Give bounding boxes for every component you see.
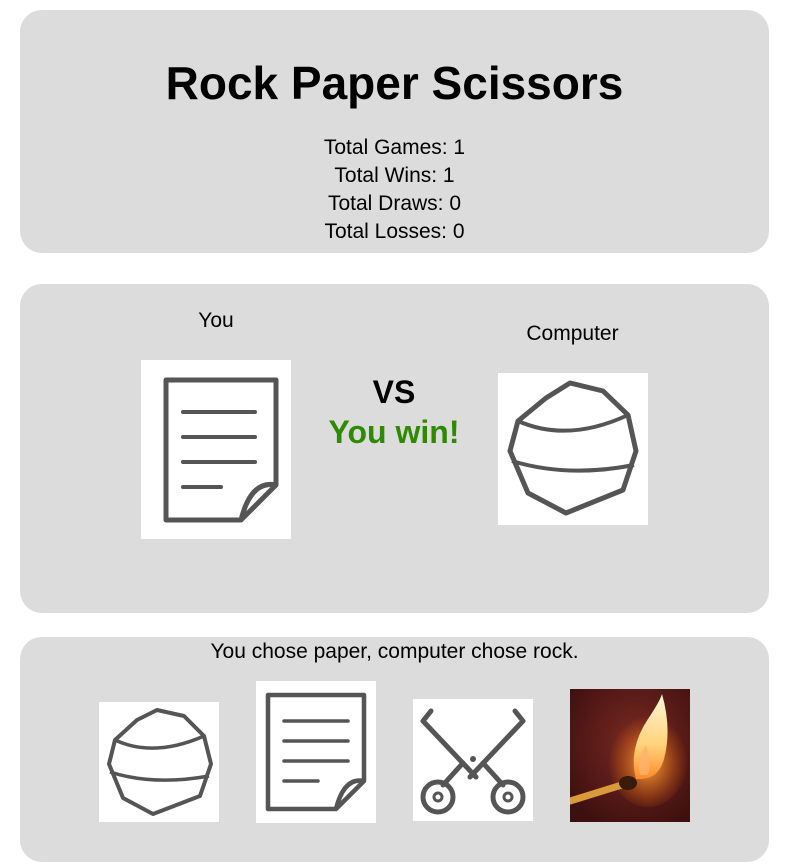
player-choice-paper-icon	[141, 360, 291, 539]
total-games: Total Games: 1	[323, 136, 466, 159]
result-message: You win!	[328, 414, 460, 450]
you-label: You	[198, 309, 234, 332]
arena-panel: You Computer VS You win!	[20, 284, 769, 613]
rock-option-icon[interactable]	[99, 702, 219, 822]
computer-choice-rock-icon	[498, 373, 648, 525]
page-title: Rock Paper Scissors	[165, 57, 624, 109]
vs-label: VS	[372, 374, 416, 410]
choice-message: You chose paper, computer chose rock.	[210, 640, 579, 663]
total-losses: Total Losses: 0	[324, 220, 465, 243]
scissors-option-icon[interactable]	[413, 699, 533, 821]
choice-panel: You chose paper, computer chose rock.	[20, 637, 769, 862]
computer-label: Computer	[526, 322, 619, 345]
stats-list: Total Games: 1 Total Wins: 1 Total Draws…	[20, 134, 769, 246]
total-wins: Total Wins: 1	[334, 164, 455, 187]
total-draws: Total Draws: 0	[327, 192, 462, 215]
paper-option-icon[interactable]	[256, 681, 376, 823]
match-option-icon[interactable]	[570, 689, 690, 822]
stats-panel: Rock Paper Scissors Total Games: 1 Total…	[20, 10, 769, 253]
